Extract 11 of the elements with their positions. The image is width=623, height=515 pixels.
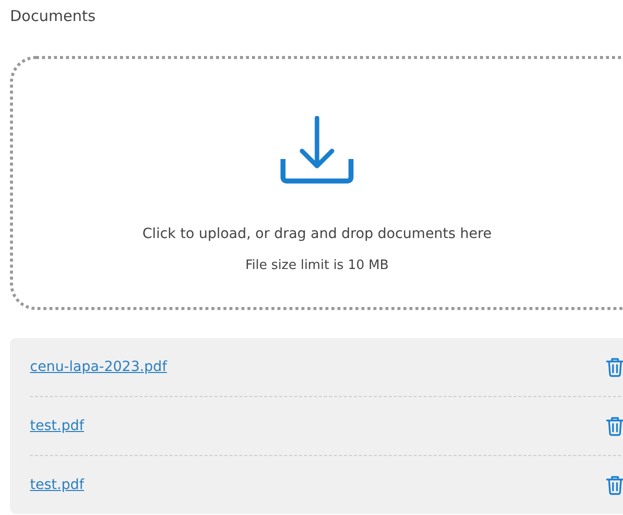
trash-icon[interactable] xyxy=(605,416,623,436)
download-icon xyxy=(280,116,354,184)
upload-instruction: Click to upload, or drag and drop documents here xyxy=(142,226,492,242)
trash-icon[interactable] xyxy=(605,475,623,495)
trash-icon[interactable] xyxy=(605,357,623,377)
upload-dropzone[interactable]: Click to upload, or drag and drop documents here File size limit is 10 MB xyxy=(10,56,623,310)
section-title: Documents xyxy=(10,6,97,26)
file-size-limit: File size limit is 10 MB xyxy=(245,258,389,273)
file-link[interactable]: test.pdf xyxy=(30,477,84,493)
file-link[interactable]: test.pdf xyxy=(30,418,84,434)
file-link[interactable]: cenu-lapa-2023.pdf xyxy=(30,359,167,375)
